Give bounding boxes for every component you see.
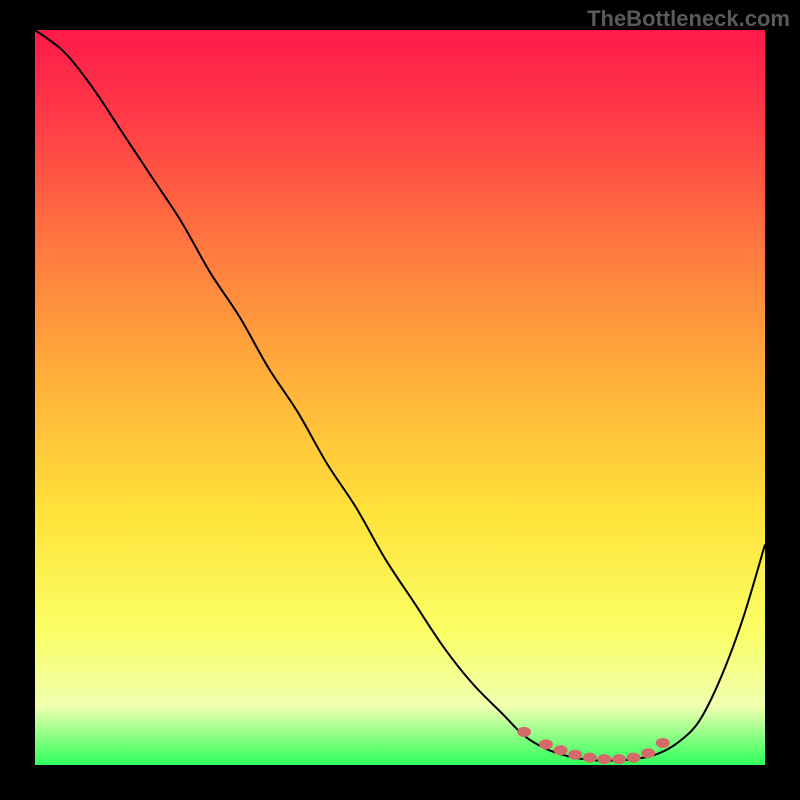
optimal-dot (597, 754, 611, 764)
gradient-background (35, 30, 765, 765)
optimal-dot (554, 745, 568, 755)
optimal-dot (517, 727, 531, 737)
chart-plot-area (35, 30, 765, 765)
optimal-dot (568, 750, 582, 760)
optimal-dot (641, 748, 655, 758)
optimal-dot (656, 738, 670, 748)
optimal-dot (627, 753, 641, 763)
chart-svg (35, 30, 765, 765)
optimal-dot (539, 739, 553, 749)
watermark-text: TheBottleneck.com (587, 6, 790, 32)
optimal-dot (583, 753, 597, 763)
optimal-dot (612, 754, 626, 764)
